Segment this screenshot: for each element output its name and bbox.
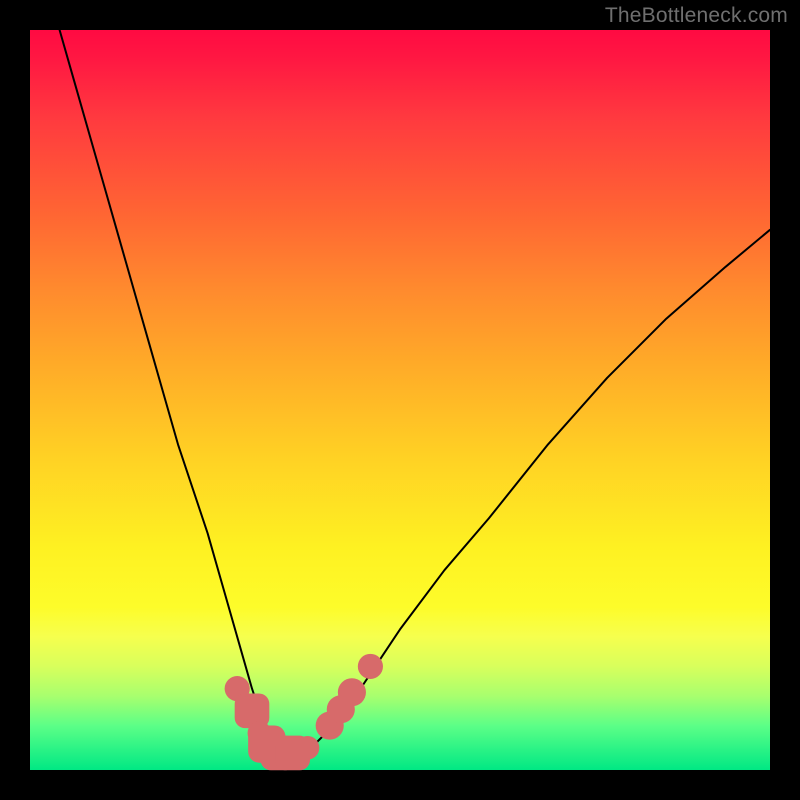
- marker-layer: [225, 654, 383, 770]
- watermark-text: TheBottleneck.com: [605, 4, 788, 28]
- plot-area: [30, 30, 770, 770]
- chart-frame: TheBottleneck.com: [0, 0, 800, 800]
- marker-dot: [296, 736, 320, 760]
- curve-layer: [60, 30, 770, 755]
- chart-svg: [30, 30, 770, 770]
- marker-dot: [338, 678, 366, 706]
- marker-dot: [358, 654, 383, 679]
- bottleneck-curve: [60, 30, 770, 755]
